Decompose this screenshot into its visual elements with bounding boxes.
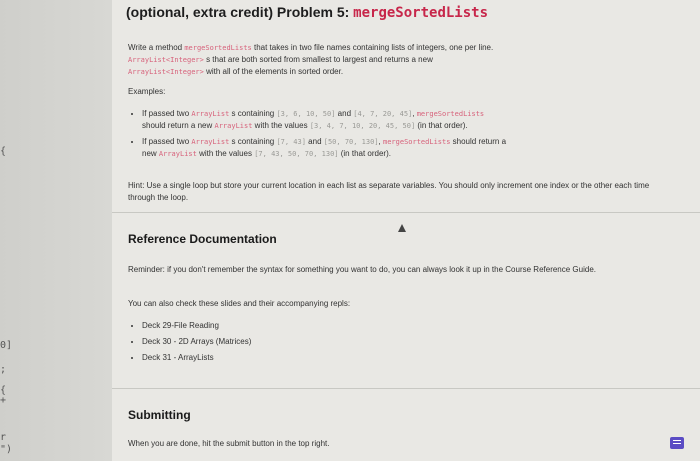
example-item: If passed two ArrayList s containing [3,…	[142, 108, 678, 132]
hint-text: Hint: Use a single loop but store your c…	[128, 181, 650, 202]
instructions-panel: (optional, extra credit) Problem 5: merg…	[112, 0, 700, 461]
deck-link[interactable]: Deck 30 - 2D Arrays (Matrices)	[142, 336, 678, 348]
problem-description: Write a method mergeSortedLists that tak…	[128, 43, 494, 76]
gutter-marker: ;	[0, 364, 7, 375]
submitting-heading: Submitting	[128, 408, 191, 422]
divider	[112, 388, 700, 389]
gutter-marker: 0]	[0, 340, 13, 351]
examples-list: If passed two ArrayList s containing [3,…	[128, 108, 678, 164]
gutter-marker: {	[0, 146, 7, 157]
gutter-marker: ")	[0, 444, 13, 455]
problem-title: (optional, extra credit) Problem 5: merg…	[126, 4, 489, 21]
gutter-marker: r	[0, 432, 7, 443]
code-editor-gutter: { 0] ; { + r ")	[0, 0, 113, 461]
chat-icon[interactable]	[670, 437, 684, 449]
reference-reminder: Reminder: if you don't remember the synt…	[128, 265, 596, 274]
submitting-text: When you are done, hit the submit button…	[128, 439, 330, 448]
deck-link[interactable]: Deck 31 - ArrayLists	[142, 352, 678, 364]
examples-label: Examples:	[128, 87, 166, 96]
mouse-cursor-icon	[398, 224, 406, 232]
problem-title-code: mergeSortedLists	[353, 5, 489, 21]
deck-list: Deck 29-File Reading Deck 30 - 2D Arrays…	[128, 320, 678, 368]
gutter-marker: +	[0, 395, 7, 406]
divider	[112, 212, 700, 213]
example-item: If passed two ArrayList s containing [7,…	[142, 136, 678, 160]
reference-also: You can also check these slides and thei…	[128, 299, 351, 308]
deck-link[interactable]: Deck 29-File Reading	[142, 320, 678, 332]
reference-heading: Reference Documentation	[128, 232, 277, 246]
